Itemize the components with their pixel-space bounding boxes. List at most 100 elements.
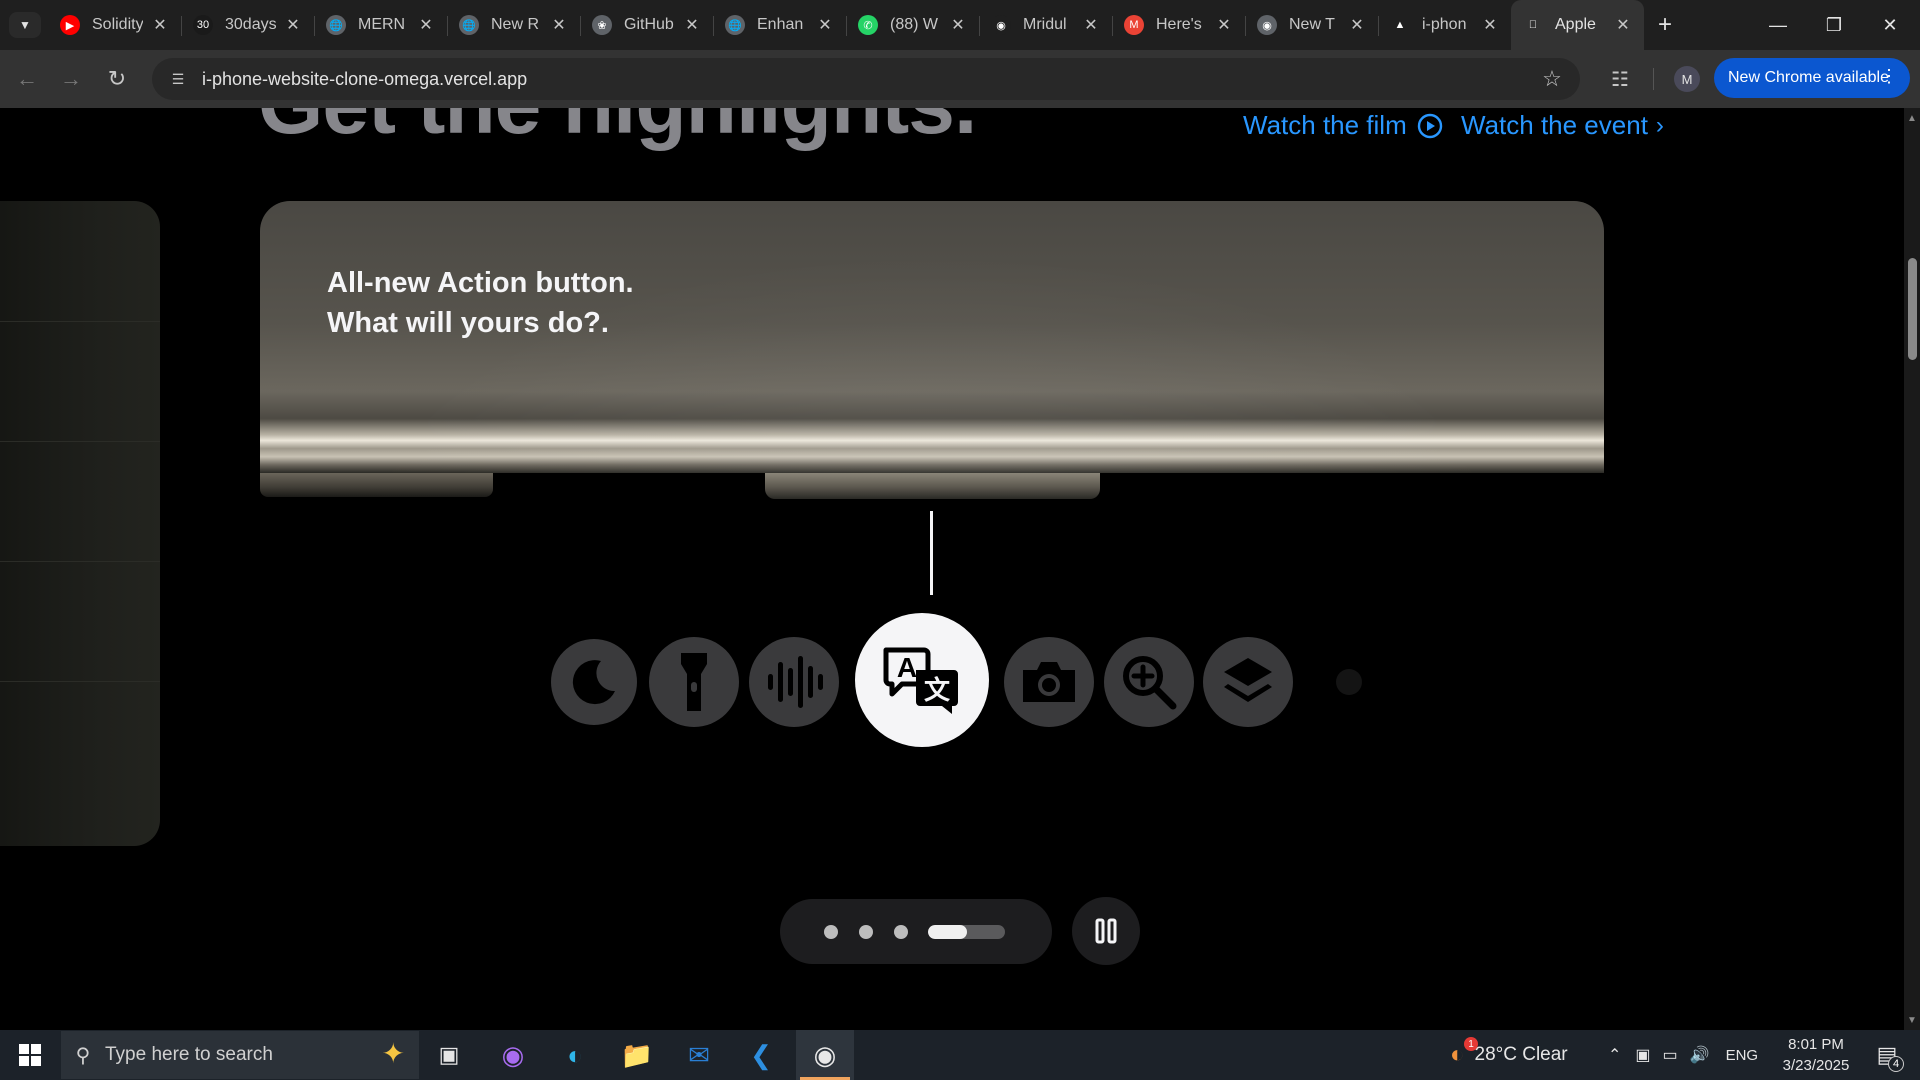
tab-title: Enhan [757,16,804,33]
vercel-icon: ▲ [1394,19,1406,31]
tab-close-icon[interactable]: ✕ [683,15,701,35]
outlook-icon[interactable]: ✉ [670,1030,728,1080]
carousel-dot-3[interactable] [894,925,908,939]
page-headline: Get the highlights. [258,108,977,153]
task-view-icon[interactable]: ▣ [420,1030,478,1080]
page-scrollbar[interactable]: ▲ ▼ [1904,108,1920,1030]
close-window-button[interactable]: ✕ [1862,0,1918,50]
browser-tab[interactable]: 🌐 MERN ✕ [314,0,447,50]
carousel-dot-4-active[interactable] [928,925,1005,939]
address-bar[interactable]: ☰ i-phone-website-clone-omega.vercel.app… [152,58,1580,100]
notification-count: 4 [1888,1056,1904,1072]
tab-title: Apple [1555,16,1596,33]
chrome-taskbar-icon[interactable]: ◉ [796,1030,854,1080]
more-vert-icon: ⋮ [1880,66,1898,86]
browser-tab[interactable]: 30 30days ✕ [181,0,314,50]
bookmark-star-icon[interactable]: ☆ [1532,66,1572,92]
windows-taskbar: ⚲ Type here to search ✦ ▣ ◉ ◐ 📁 ✉ ❮ ◉ ◐ … [0,1030,1920,1080]
svg-text:文: 文 [924,675,951,705]
browser-tab[interactable]: M Here's ✕ [1112,0,1245,50]
browser-tab[interactable]:  Apple ✕ [1511,0,1644,50]
translate-icon: A 文 [855,613,989,747]
tab-search-button[interactable]: ▼ [9,12,41,38]
chevron-up-icon[interactable]: ⌃ [1608,1045,1621,1065]
minimize-icon: — [1769,14,1787,35]
vscode-icon[interactable]: ❮ [732,1030,790,1080]
tab-title: 30days [225,16,276,33]
taskbar-search-box[interactable]: ⚲ Type here to search ✦ [61,1031,419,1079]
volume-icon[interactable]: 🔊 [1690,1045,1710,1065]
browser-tab[interactable]: ▶ Solidity ✕ [48,0,181,50]
site-info-button[interactable]: ☰ [158,58,198,100]
browser-tab[interactable]: ❀ GitHub ✕ [580,0,713,50]
carousel-dot-1[interactable] [824,925,838,939]
carousel-pause-button[interactable] [1072,897,1140,965]
windows-logo-icon [19,1044,41,1066]
edge-icon[interactable]: ◐ [546,1030,604,1080]
svg-text:A: A [897,652,917,683]
tab-close-icon[interactable]: ✕ [284,15,302,35]
scroll-thumb[interactable] [1908,258,1917,360]
browser-tab[interactable]: ▲ i-phon ✕ [1378,0,1511,50]
notification-center-button[interactable]: ▤ 4 [1862,1030,1912,1080]
previous-slide[interactable] [0,201,160,846]
browser-tab[interactable]: ◉ New T ✕ [1245,0,1378,50]
minimize-button[interactable]: — [1750,0,1806,50]
url-text[interactable]: i-phone-website-clone-omega.vercel.app [202,69,1532,90]
back-button[interactable]: ← [11,63,43,95]
reload-button[interactable]: ↻ [101,63,133,95]
slide-caption: All-new Action button. What will yours d… [327,263,634,343]
weather-widget[interactable]: ◐ 1 28°C Clear [1450,1030,1568,1080]
tab-list: ▶ Solidity ✕ 30 30days ✕ 🌐 MERN ✕ 🌐 New R ✕ ❀ GitHub ✕… [48,0,1644,50]
tab-close-icon[interactable]: ✕ [949,15,967,35]
restore-button[interactable]: ❐ [1806,0,1862,50]
action-connector-line [930,511,933,595]
network-icon[interactable]: ▭ [1663,1045,1678,1065]
tab-close-icon[interactable]: ✕ [417,15,435,35]
tab-close-icon[interactable]: ✕ [151,15,169,35]
carousel-dot-2[interactable] [859,925,873,939]
meet-now-icon[interactable]: ▣ [1635,1045,1650,1065]
file-explorer-icon[interactable]: 📁 [608,1030,666,1080]
carousel-indicator [780,899,1052,964]
watch-film-link[interactable]: Watch the film [1243,110,1443,141]
search-icon: ⚲ [75,1044,91,1067]
tab-close-icon[interactable]: ✕ [1082,15,1100,35]
tab-close-icon[interactable]: ✕ [816,15,834,35]
tab-close-icon[interactable]: ✕ [1481,15,1499,35]
browser-tab[interactable]: ✆ (88) W ✕ [846,0,979,50]
watch-event-label: Watch the event [1461,110,1648,140]
apple-icon:  [1523,15,1543,35]
scroll-up-icon[interactable]: ▲ [1904,110,1920,126]
new-tab-button[interactable]: + [1650,10,1680,40]
voice-memo-icon [749,637,839,727]
close-icon: ✕ [1882,14,1898,35]
watch-film-label: Watch the film [1243,110,1407,140]
chrome-icon: ◉ [1257,15,1277,35]
accessibility-icon [1336,669,1362,695]
watch-event-link[interactable]: Watch the event › [1461,110,1664,141]
copilot-app-icon[interactable]: ◉ [484,1030,542,1080]
browser-tab[interactable]: 🌐 Enhan ✕ [713,0,846,50]
gmail-icon: M [1124,15,1144,35]
browser-tab[interactable]: 🌐 New R ✕ [447,0,580,50]
whatsapp-icon: ✆ [858,15,878,35]
forward-button[interactable]: → [55,63,87,95]
taskbar-clock[interactable]: 8:01 PM 3/23/2025 [1770,1034,1862,1076]
profile-avatar[interactable]: M [1674,66,1700,92]
chevron-right-icon: › [1655,111,1664,139]
globe-icon: 🌐 [326,15,346,35]
extensions-button[interactable]: ☷ [1604,63,1636,95]
chrome-update-button[interactable]: New Chrome available ⋮ [1714,58,1910,98]
plus-icon: + [1657,11,1672,38]
start-button[interactable] [0,1030,60,1080]
tab-close-icon[interactable]: ✕ [550,15,568,35]
copilot-sparkle-icon[interactable]: ✦ [382,1037,405,1070]
tab-close-icon[interactable]: ✕ [1215,15,1233,35]
scroll-down-icon[interactable]: ▼ [1904,1012,1920,1028]
tab-close-icon[interactable]: ✕ [1614,15,1632,35]
tab-close-icon[interactable]: ✕ [1348,15,1366,35]
language-indicator[interactable]: ENG [1726,1047,1759,1064]
browser-tab[interactable]: ◉ Mridul ✕ [979,0,1112,50]
flashlight-icon [649,637,739,727]
